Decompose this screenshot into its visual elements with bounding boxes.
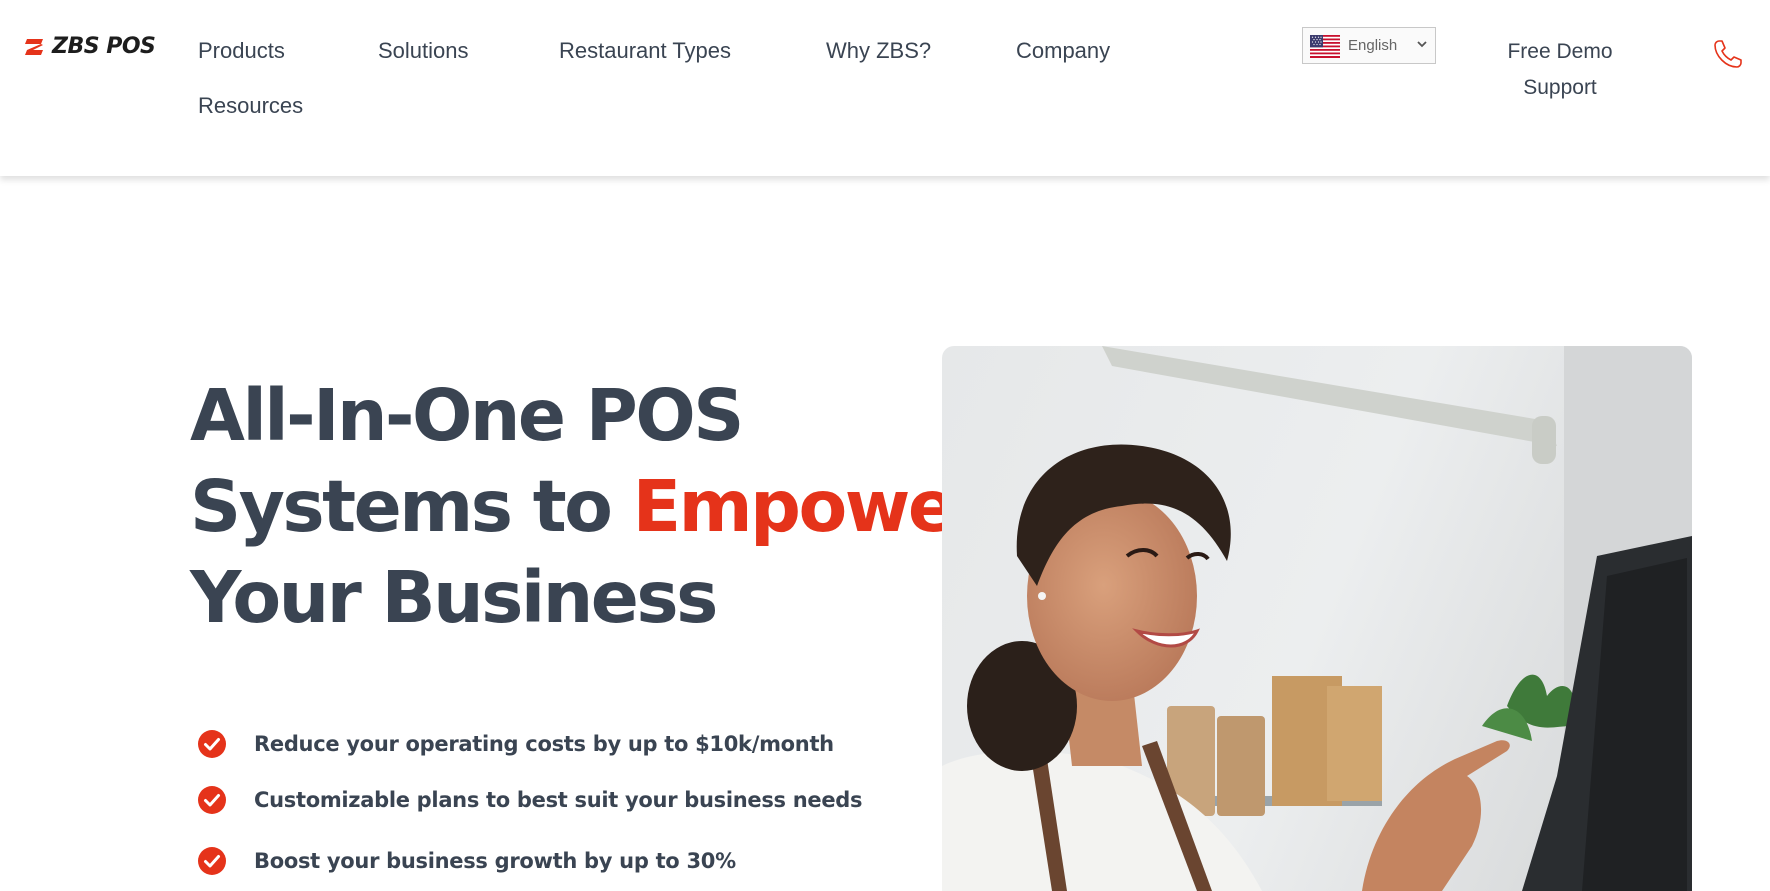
nav-solutions[interactable]: Solutions	[378, 38, 469, 64]
hero-title: All-In-One POS Systems to Empower Your B…	[190, 370, 989, 643]
check-circle-icon	[198, 786, 226, 814]
support-link[interactable]: Support	[1460, 76, 1660, 100]
hero-title-accent: Empower	[632, 465, 989, 548]
hero-title-line-1: All-In-One POS	[190, 374, 744, 457]
language-label: English	[1348, 37, 1398, 54]
phone-icon[interactable]	[1712, 38, 1744, 70]
nav-resources[interactable]: Resources	[198, 93, 303, 119]
woman-using-pos-terminal-photo	[942, 346, 1692, 891]
feature-text: Customizable plans to best suit your bus…	[254, 788, 863, 812]
feature-item: Reduce your operating costs by up to $10…	[198, 730, 834, 758]
nav-restaurant-types[interactable]: Restaurant Types	[559, 38, 731, 64]
feature-item: Customizable plans to best suit your bus…	[198, 786, 863, 814]
check-circle-icon	[198, 730, 226, 758]
hero-title-line-2-prefix: Systems to	[190, 465, 633, 548]
us-flag-icon	[1310, 35, 1340, 58]
site-header: ZBS POS Products Solutions Restaurant Ty…	[0, 0, 1770, 176]
nav-why-zbs[interactable]: Why ZBS?	[826, 38, 931, 64]
logo-text: ZBS POS	[52, 34, 156, 59]
hero-photo	[942, 346, 1692, 891]
language-select[interactable]: English	[1302, 27, 1436, 64]
nav-company[interactable]: Company	[1016, 38, 1110, 64]
hero-title-line-2: Systems to Empower	[190, 461, 989, 552]
feature-item: Boost your business growth by up to 30%	[198, 847, 736, 875]
feature-text: Reduce your operating costs by up to $10…	[254, 732, 834, 756]
nav-products[interactable]: Products	[198, 38, 285, 64]
logo[interactable]: ZBS POS	[24, 34, 156, 59]
free-demo-link[interactable]: Free Demo	[1460, 40, 1660, 64]
feature-text: Boost your business growth by up to 30%	[254, 849, 736, 873]
hero-title-line-3: Your Business	[190, 556, 718, 639]
logo-mark-icon	[25, 38, 43, 55]
check-circle-icon	[198, 847, 226, 875]
chevron-down-icon	[1417, 41, 1427, 48]
